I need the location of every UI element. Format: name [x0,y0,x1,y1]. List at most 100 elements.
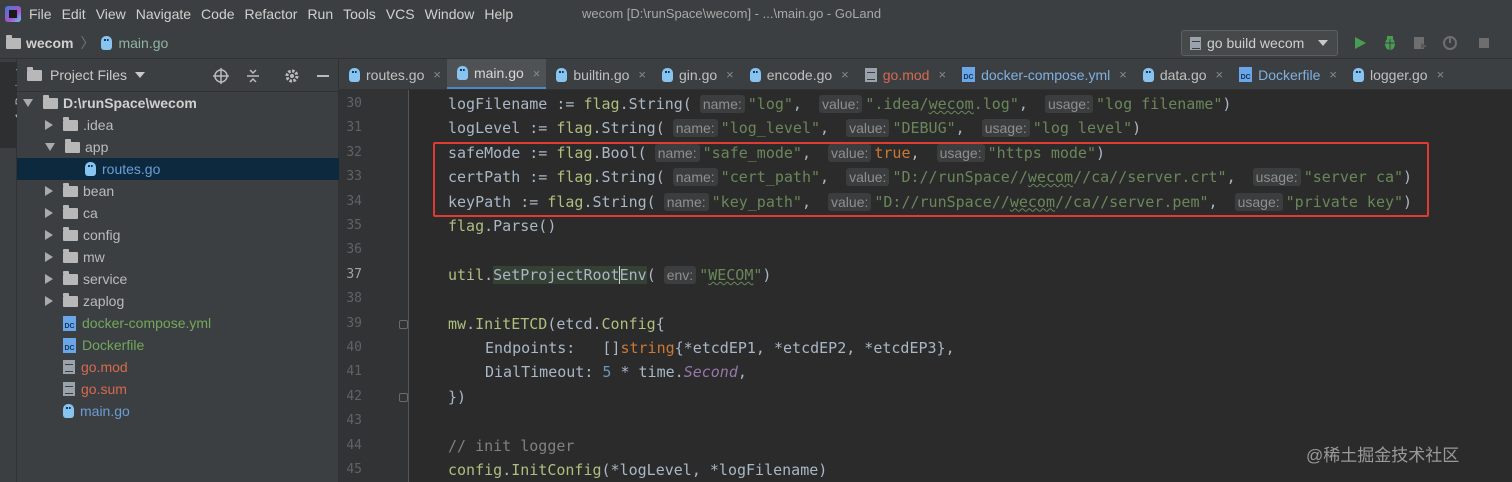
profile-icon[interactable] [1442,35,1458,51]
fold-marker-icon[interactable] [399,319,408,329]
line-number: 31 [346,120,362,136]
menu-refactor[interactable]: Refactor [245,6,298,22]
chevron-right-icon[interactable] [45,120,53,130]
fold-marker-icon[interactable] [399,392,408,402]
docker-file-icon: DC [1239,67,1253,82]
minimize-icon[interactable] [315,68,331,84]
chevron-right-icon[interactable] [45,230,53,240]
tree-item[interactable]: .idea [17,114,339,136]
code-token: config [448,461,503,479]
menu-run[interactable]: Run [307,6,333,22]
breadcrumb-file[interactable]: main.go [118,35,168,51]
chevron-right-icon[interactable] [45,296,53,306]
run-configuration-selector[interactable]: go build wecom [1181,30,1338,56]
code-token: . [484,217,494,235]
tab-docker-compose-yml[interactable]: DC docker-compose.yml × [952,59,1133,89]
tab-main-go[interactable]: main.go × [446,59,547,89]
close-icon[interactable]: × [841,67,849,82]
code-token: " [753,265,763,284]
tree-item[interactable]: DC Dockerfile [17,334,339,356]
gear-icon[interactable] [284,68,300,84]
go-file-icon [63,404,74,418]
chevron-down-icon[interactable] [45,143,55,151]
menu-window[interactable]: Window [425,6,475,22]
tab-data-go[interactable]: data.go × [1133,59,1229,89]
line-number: 44 [346,437,362,453]
parameter-hint: value: [818,95,863,113]
locate-target-icon[interactable] [213,68,229,84]
chevron-right-icon[interactable] [45,274,53,284]
tab-encode-go[interactable]: encode.go × [740,59,855,89]
close-icon[interactable]: × [533,66,541,81]
tab-logger-go[interactable]: logger.go × [1343,59,1450,89]
coverage-icon[interactable] [1412,35,1428,51]
debug-icon[interactable] [1382,35,1398,51]
tree-item[interactable]: bean [17,180,339,202]
code-line: // init logger [448,434,574,458]
tab-go-mod[interactable]: go.mod × [855,59,952,89]
tree-item-label: Dockerfile [82,337,145,353]
chevron-right-icon[interactable] [45,208,53,218]
stop-icon[interactable] [1476,35,1492,51]
menu-edit[interactable]: Edit [62,6,86,22]
code-token: // init logger [448,436,575,455]
close-icon[interactable]: × [433,67,441,82]
tree-item-label: .idea [83,117,114,133]
breadcrumb-project[interactable]: wecom [26,35,73,51]
code-token: . [502,461,512,479]
tree-item[interactable]: zaplog [17,290,339,312]
menu-navigate[interactable]: Navigate [136,6,191,22]
menu-vcs[interactable]: VCS [386,6,415,22]
tab-gin-go[interactable]: gin.go × [652,59,740,89]
tree-item[interactable]: mw [17,246,339,268]
close-icon[interactable]: × [1119,67,1127,82]
menu-view[interactable]: View [96,6,126,22]
tree-item[interactable]: main.go [17,400,339,422]
chevron-right-icon[interactable] [45,252,53,262]
menu-tools[interactable]: Tools [343,6,376,22]
code-token: . [592,119,602,138]
code-token: SetProjectRoot [493,265,620,284]
project-tool-tab[interactable]: 1: Project [0,62,27,148]
tree-item[interactable]: routes.go [17,158,339,180]
close-icon[interactable]: × [638,67,646,82]
code-token: string [620,339,675,357]
tree-item[interactable]: DC docker-compose.yml [17,312,339,334]
close-icon[interactable]: × [726,67,734,82]
menu-file[interactable]: File [29,6,52,22]
menu-help[interactable]: Help [484,6,513,22]
tree-item[interactable]: ca [17,202,339,224]
collapse-all-icon[interactable] [245,68,261,84]
code-line: }) [448,385,466,409]
tree-item[interactable]: go.mod [17,356,339,378]
tab-builtin-go[interactable]: builtin.go × [546,59,652,89]
project-panel-header: Project Files [17,59,338,92]
tree-item[interactable]: config [17,224,339,246]
tree-item[interactable]: service [17,268,339,290]
tab-routes-go[interactable]: routes.go × [339,59,447,89]
menu-code[interactable]: Code [201,6,234,22]
annotation-highlight-box [433,142,1429,217]
line-number: 39 [346,315,362,331]
chevron-right-icon[interactable] [45,186,53,196]
tree-item[interactable]: D:\runSpace\wecom [17,92,339,114]
close-icon[interactable]: × [938,67,946,82]
code-token: InitConfig [511,461,602,479]
close-icon[interactable]: × [1329,67,1337,82]
close-icon[interactable]: × [1216,67,1224,82]
go-mod-file-icon [63,382,75,396]
tree-item[interactable]: go.sum [17,378,339,400]
parameter-hint: name: [672,119,718,138]
run-icon[interactable] [1352,35,1368,51]
project-panel-title[interactable]: Project Files [50,67,127,83]
chevron-down-icon[interactable] [135,72,146,78]
code-token: InitETCD [475,314,548,333]
tree-item[interactable]: app [17,136,339,158]
close-icon[interactable]: × [1437,67,1445,82]
parameter-hint: usage: [1044,95,1093,113]
chevron-down-icon[interactable] [23,99,33,107]
folder-icon [63,226,78,241]
line-number: 37 [346,266,362,282]
folder-icon [63,248,78,263]
tab-dockerfile[interactable]: DC Dockerfile × [1229,59,1343,89]
